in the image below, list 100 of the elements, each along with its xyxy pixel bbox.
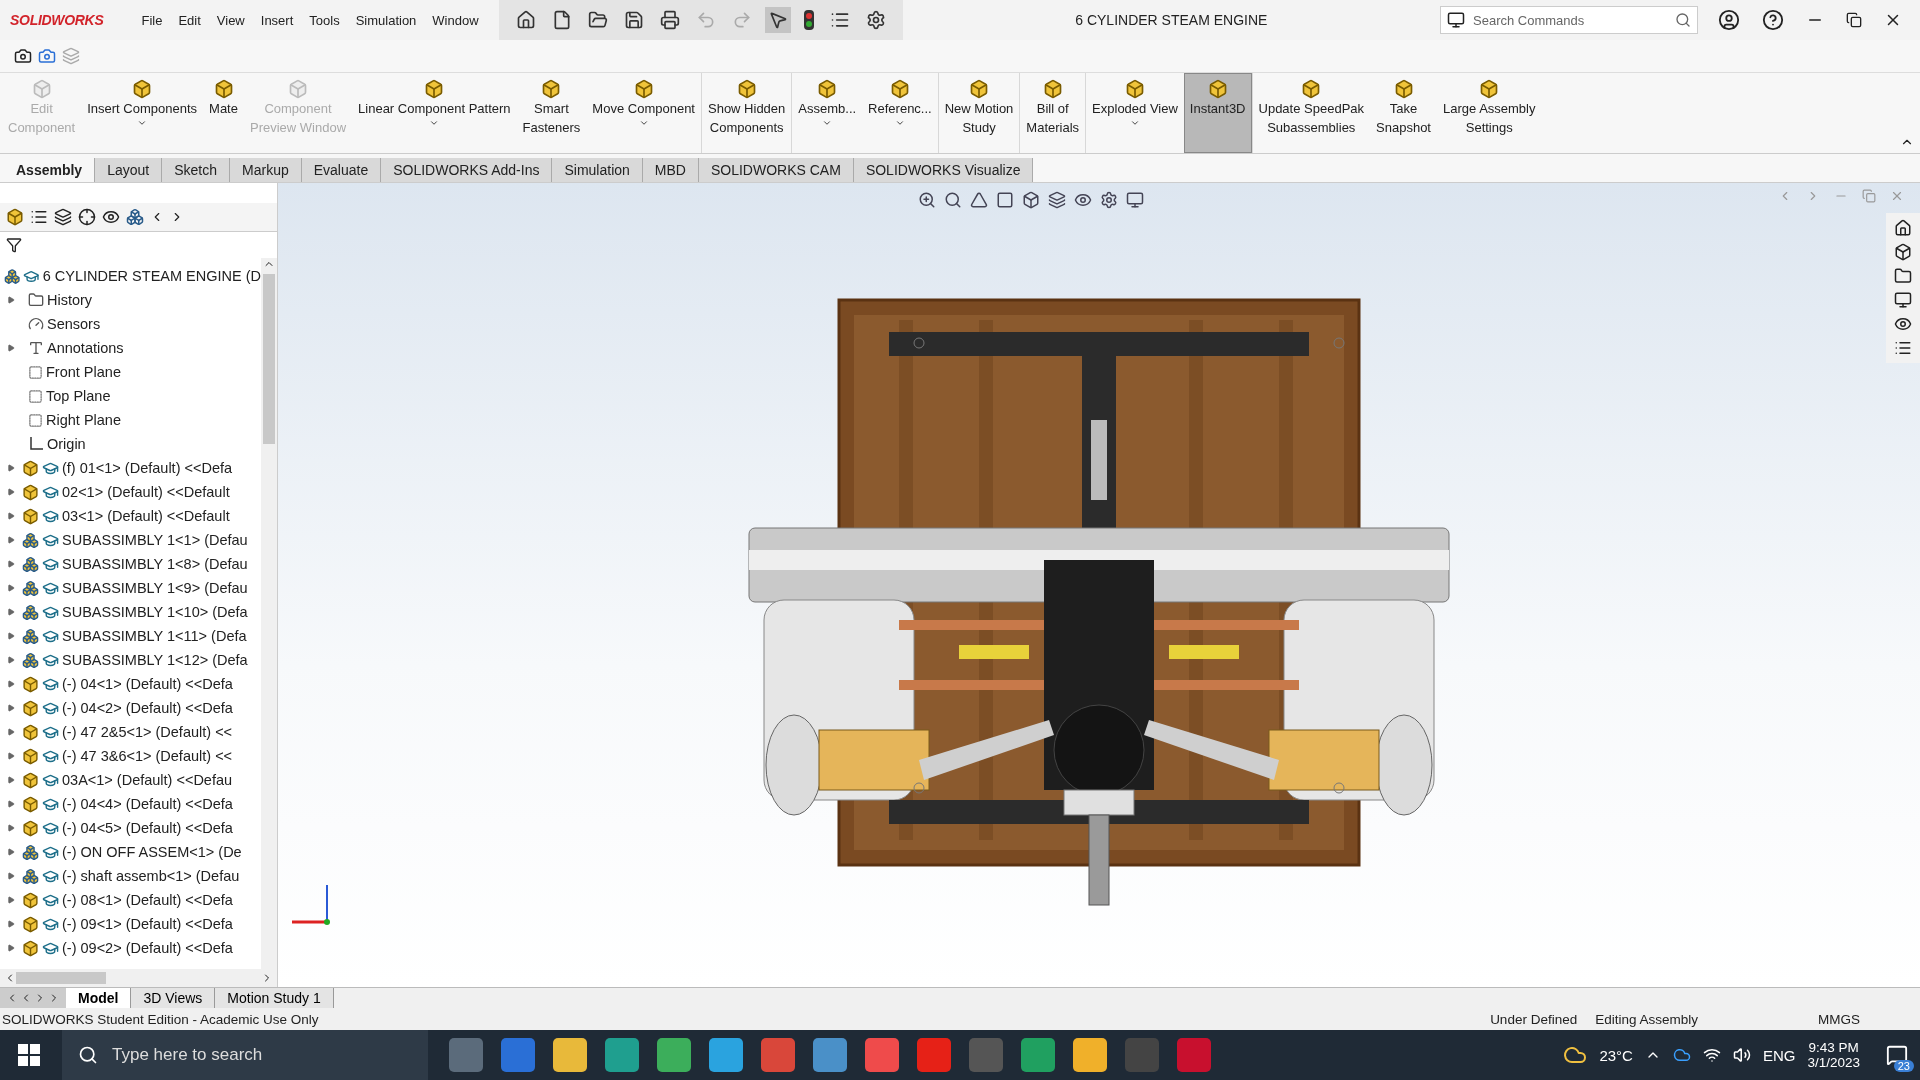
taskbar-search-field[interactable]: Type here to search	[110, 1044, 335, 1066]
tree-item[interactable]: SUBASSIMBLY 1<9> (Defau	[62, 580, 248, 596]
expand-arrow-icon[interactable]	[7, 776, 15, 784]
caret-icon[interactable]	[638, 118, 649, 128]
expand-arrow-icon[interactable]	[7, 872, 15, 880]
command-button[interactable]: New Motion Study	[937, 73, 1020, 153]
command-button[interactable]: Referenc...	[862, 73, 938, 153]
expand-arrow-icon[interactable]	[7, 704, 15, 712]
start-icon[interactable]	[18, 1044, 40, 1066]
expand-arrow-icon[interactable]	[7, 848, 15, 856]
search-bar[interactable]: Search Commands	[1440, 6, 1698, 34]
expand-arrow-icon[interactable]	[7, 752, 15, 760]
tree-item[interactable]: SUBASSIMBLY 1<11> (Defa	[62, 628, 247, 644]
tree-item[interactable]: 03A<1> (Default) <<Defau	[62, 772, 233, 788]
tree-item[interactable]: Right Plane	[46, 412, 121, 428]
menu-item[interactable]: Edit	[170, 8, 209, 32]
scrollbar[interactable]	[261, 258, 277, 969]
ribbon-tab[interactable]: SOLIDWORKS Add-Ins	[381, 158, 553, 182]
menu-item[interactable]: Insert	[252, 8, 302, 32]
expand-arrow-icon[interactable]	[7, 800, 15, 808]
expand-arrow-icon[interactable]	[7, 536, 15, 544]
expand-arrow-icon[interactable]	[7, 896, 15, 904]
view-tool-icon[interactable]	[1022, 191, 1040, 209]
command-button[interactable]: Instant3D	[1183, 73, 1252, 153]
view-tool-icon[interactable]	[944, 191, 962, 209]
expand-arrow-icon[interactable]	[7, 296, 15, 304]
filter-icon[interactable]	[6, 237, 22, 253]
tree-item[interactable]: (-) 04<1> (Default) <<Defa	[62, 676, 233, 692]
expand-arrow-icon[interactable]	[7, 608, 15, 616]
command-button[interactable]: Smart Fasteners	[516, 73, 587, 153]
view-tool-icon[interactable]	[970, 191, 988, 209]
caret-icon[interactable]	[137, 118, 148, 128]
tree-item[interactable]: 03<1> (Default) <<Default	[62, 508, 230, 524]
tree-item[interactable]: SUBASSIMBLY 1<8> (Defau	[62, 556, 248, 572]
search-icon[interactable]	[78, 1045, 98, 1065]
expand-arrow-icon[interactable]	[7, 824, 15, 832]
tree-item[interactable]: 6 CYLINDER STEAM ENGINE (D	[42, 268, 261, 284]
expand-arrow-icon[interactable]	[7, 584, 15, 592]
tree-item[interactable]: Sensors	[47, 316, 101, 332]
clock[interactable]: 9:43 PM 3/1/2023	[1807, 1040, 1860, 1070]
ribbon-tab[interactable]: Sketch	[162, 158, 230, 182]
ribbon-tab[interactable]: SOLIDWORKS CAM	[698, 158, 854, 182]
menu-item[interactable]: File	[133, 8, 171, 32]
caret-icon[interactable]	[1129, 118, 1140, 128]
command-button[interactable]: Move Component	[586, 73, 701, 153]
tree-item[interactable]: (-) 09<2> (Default) <<Defa	[62, 940, 233, 956]
model-tab[interactable]: 3D Views	[131, 988, 216, 1008]
language-indicator[interactable]: ENG	[1762, 1046, 1796, 1064]
tree-item[interactable]: (-) ON OFF ASSEM<1> (De	[62, 844, 242, 860]
menu-item[interactable]: Tools	[301, 8, 348, 32]
tree-item[interactable]: (-) 09<1> (Default) <<Defa	[62, 916, 233, 932]
command-button[interactable]: Bill of Materials	[1019, 73, 1086, 153]
tree-item[interactable]: (-) shaft assemb<1> (Defau	[62, 868, 240, 884]
expand-arrow-icon[interactable]	[7, 632, 15, 640]
tree-item[interactable]: (-) 08<1> (Default) <<Defa	[62, 892, 233, 908]
expand-arrow-icon[interactable]	[7, 920, 15, 928]
ribbon-tab[interactable]: MBD	[642, 158, 699, 182]
caret-icon[interactable]	[894, 118, 905, 128]
command-button[interactable]: Linear Component Pattern	[352, 73, 517, 153]
expand-arrow-icon[interactable]	[7, 560, 15, 568]
view-tool-icon[interactable]	[1048, 191, 1066, 209]
view-tool-icon[interactable]	[1100, 191, 1118, 209]
volume-icon[interactable]	[1732, 1046, 1751, 1064]
menu-item[interactable]: Simulation	[347, 8, 425, 32]
model-tab[interactable]: Model	[66, 988, 132, 1008]
tree-item[interactable]: (-) 04<2> (Default) <<Defa	[62, 700, 233, 716]
tree-item[interactable]: (-) 47 3&6<1> (Default) <<	[62, 748, 233, 764]
tree-item[interactable]: SUBASSIMBLY 1<10> (Defa	[62, 604, 248, 620]
camera-icon[interactable]	[14, 47, 32, 65]
tree-item[interactable]: Top Plane	[46, 388, 111, 404]
account-icon[interactable]	[1718, 9, 1740, 31]
expand-arrow-icon[interactable]	[7, 728, 15, 736]
command-button[interactable]: Update SpeedPak Subassemblies	[1251, 73, 1371, 153]
expand-arrow-icon[interactable]	[7, 344, 15, 352]
view-tool-icon[interactable]	[918, 191, 936, 209]
command-button[interactable]: Show Hidden Components	[701, 73, 792, 153]
select-icon[interactable]	[764, 7, 791, 33]
command-button[interactable]: Take Snapshot	[1370, 73, 1437, 153]
tree-item[interactable]: (-) 47 2&5<1> (Default) <<	[62, 724, 233, 740]
view-tool-icon[interactable]	[1074, 191, 1092, 209]
ribbon-tab[interactable]: Simulation	[552, 158, 643, 182]
command-button[interactable]: Assemb...	[791, 73, 863, 153]
menu-item[interactable]: Window	[424, 8, 487, 32]
tree-item[interactable]: (f) 01<1> (Default) <<Defa	[62, 460, 233, 476]
view-tool-icon[interactable]	[996, 191, 1014, 209]
expand-arrow-icon[interactable]	[7, 680, 15, 688]
feature-tree-tab-icon[interactable]	[6, 208, 24, 226]
expand-arrow-icon[interactable]	[7, 464, 15, 472]
ribbon-tab[interactable]: Markup	[230, 158, 302, 182]
ribbon-tab[interactable]: Evaluate	[301, 158, 382, 182]
tree-item[interactable]: SUBASSIMBLY 1<1> (Defau	[62, 532, 248, 548]
model-tab[interactable]: Motion Study 1	[215, 988, 334, 1008]
help-icon[interactable]	[1762, 9, 1784, 31]
cloud-icon[interactable]	[1672, 1046, 1691, 1064]
scrollbar-thumb[interactable]	[263, 274, 275, 444]
view-tool-icon[interactable]	[1126, 191, 1144, 209]
caret-icon[interactable]	[822, 118, 833, 128]
network-icon[interactable]	[1702, 1046, 1721, 1064]
tree-item[interactable]: (-) 04<5> (Default) <<Defa	[62, 820, 233, 836]
units-menu[interactable]: MMGS	[1818, 1011, 1860, 1027]
